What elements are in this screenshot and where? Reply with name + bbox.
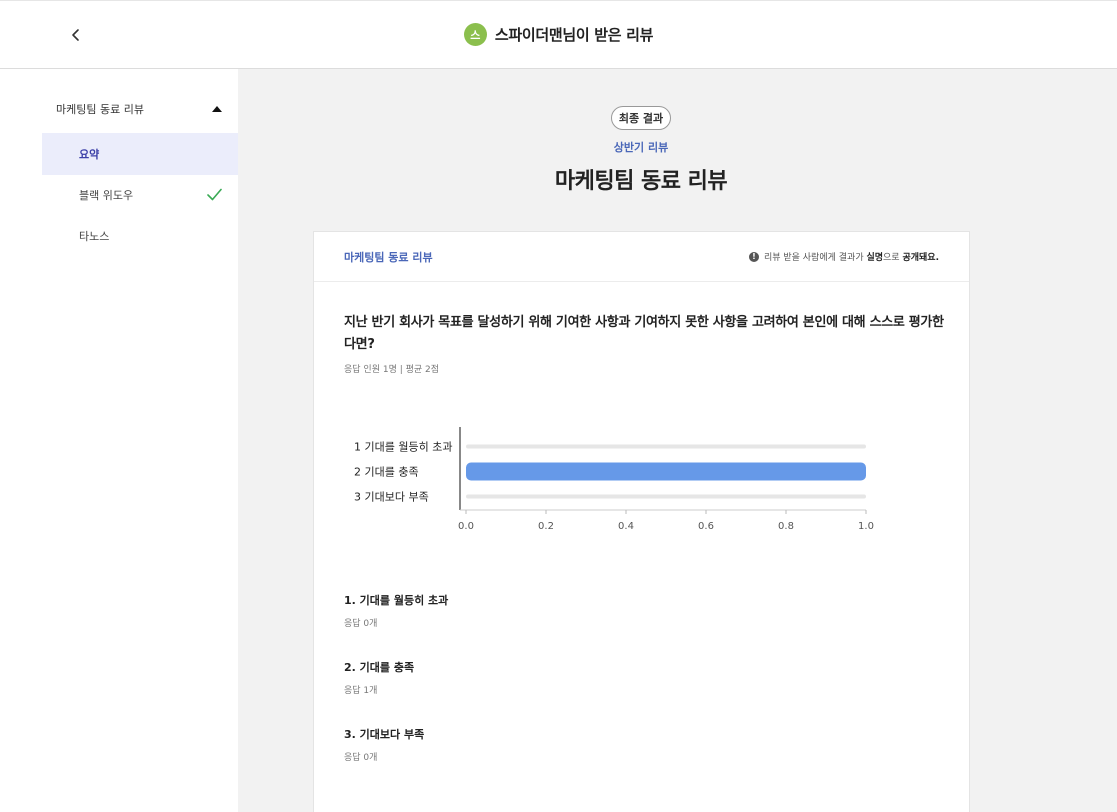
- main-content: 최종 결과 상반기 리뷰 마케팅팀 동료 리뷰 마케팅팀 동료 리뷰 ! 리뷰 …: [238, 69, 1117, 812]
- sidebar-item-thanos[interactable]: 타노스: [42, 215, 238, 257]
- chart-x-tick-label: 0.2: [538, 521, 554, 532]
- final-result-badge: 최종 결과: [611, 106, 671, 130]
- answer-count: 응답 1개: [344, 686, 378, 696]
- chart-category-label: 1 기대를 월등히 초과: [354, 440, 452, 454]
- answer-count: 응답 0개: [344, 753, 378, 763]
- check-icon: [207, 188, 222, 201]
- page-title: 스파이더맨님이 받은 리뷰: [494, 26, 654, 44]
- chart-bar: [466, 462, 866, 481]
- chart-bar-track: [466, 444, 866, 449]
- chart-x-tick-label: 0.4: [618, 521, 634, 532]
- sidebar-item-black-widow[interactable]: 블랙 위도우: [42, 174, 238, 216]
- chart-category-label: 2 기대를 충족: [354, 466, 419, 479]
- answer-item: 2. 기대를 충족 응답 1개: [344, 659, 414, 696]
- answer-title: 3. 기대보다 부족: [344, 728, 425, 741]
- answer-item: 1. 기대를 월등히 초과 응답 0개: [344, 592, 448, 629]
- chart-category-label: 3 기대보다 부족: [354, 491, 429, 504]
- main-title: 마케팅팀 동료 리뷰: [554, 169, 728, 194]
- answer-count: 응답 0개: [344, 619, 378, 629]
- sidebar-group-toggle[interactable]: 마케팅팀 동료 리뷰: [56, 101, 222, 117]
- answer-title: 1. 기대를 월등히 초과: [344, 594, 449, 607]
- notice-bold-public: 공개돼요.: [902, 253, 939, 263]
- chart-x-tick-label: 0.6: [698, 521, 714, 532]
- sidebar-item-summary[interactable]: 요약: [42, 133, 238, 175]
- caret-up-icon: [212, 106, 222, 112]
- answer-title: 2. 기대를 충족: [344, 661, 415, 674]
- card-header: 마케팅팀 동료 리뷰 ! 리뷰 받을 사람에게 결과가 실명으로 공개돼요.: [314, 232, 969, 282]
- chart-x-tick-label: 0.0: [458, 521, 474, 532]
- answer-item: 3. 기대보다 부족 응답 0개: [344, 726, 424, 763]
- chart-bar-track: [466, 494, 866, 499]
- review-period: 상반기 리뷰: [613, 141, 669, 154]
- sidebar-group-label: 마케팅팀 동료 리뷰: [56, 103, 144, 116]
- sidebar-item-label: 블랙 위도우: [79, 189, 134, 202]
- response-bar-chart: 1 기대를 월등히 초과 2 기대를 충족 3 기대보다 부족 0.0 0.2 0.4 0.…: [354, 427, 874, 532]
- avatar: 스: [463, 23, 487, 46]
- sidebar: 마케팅팀 동료 리뷰 요약 블랙 위도우 타노스: [0, 69, 238, 812]
- review-card: 마케팅팀 동료 리뷰 ! 리뷰 받을 사람에게 결과가 실명으로 공개돼요. 지…: [313, 231, 970, 812]
- sidebar-item-label: 타노스: [79, 230, 110, 243]
- response-stats: 응답 인원 1명 | 평균 2점: [344, 365, 440, 375]
- info-icon: !: [748, 251, 759, 262]
- notice-bold-name: 실명: [866, 253, 884, 263]
- sidebar-item-label: 요약: [79, 148, 100, 161]
- visibility-notice: ! 리뷰 받을 사람에게 결과가 실명으로 공개돼요.: [748, 250, 939, 263]
- chart-x-tick-label: 1.0: [858, 521, 874, 532]
- question-text: 지난 반기 회사가 목표를 달성하기 위해 기여한 사항과 기여하지 못한 사항…: [344, 315, 944, 352]
- top-bar: 스 스파이더맨님이 받은 리뷰: [0, 0, 1117, 69]
- chart-x-tick-label: 0.8: [778, 521, 794, 532]
- card-title: 마케팅팀 동료 리뷰: [344, 250, 433, 264]
- notice-text: 리뷰 받을 사람에게 결과가: [763, 253, 867, 263]
- notice-text-mid: 으로: [883, 253, 903, 263]
